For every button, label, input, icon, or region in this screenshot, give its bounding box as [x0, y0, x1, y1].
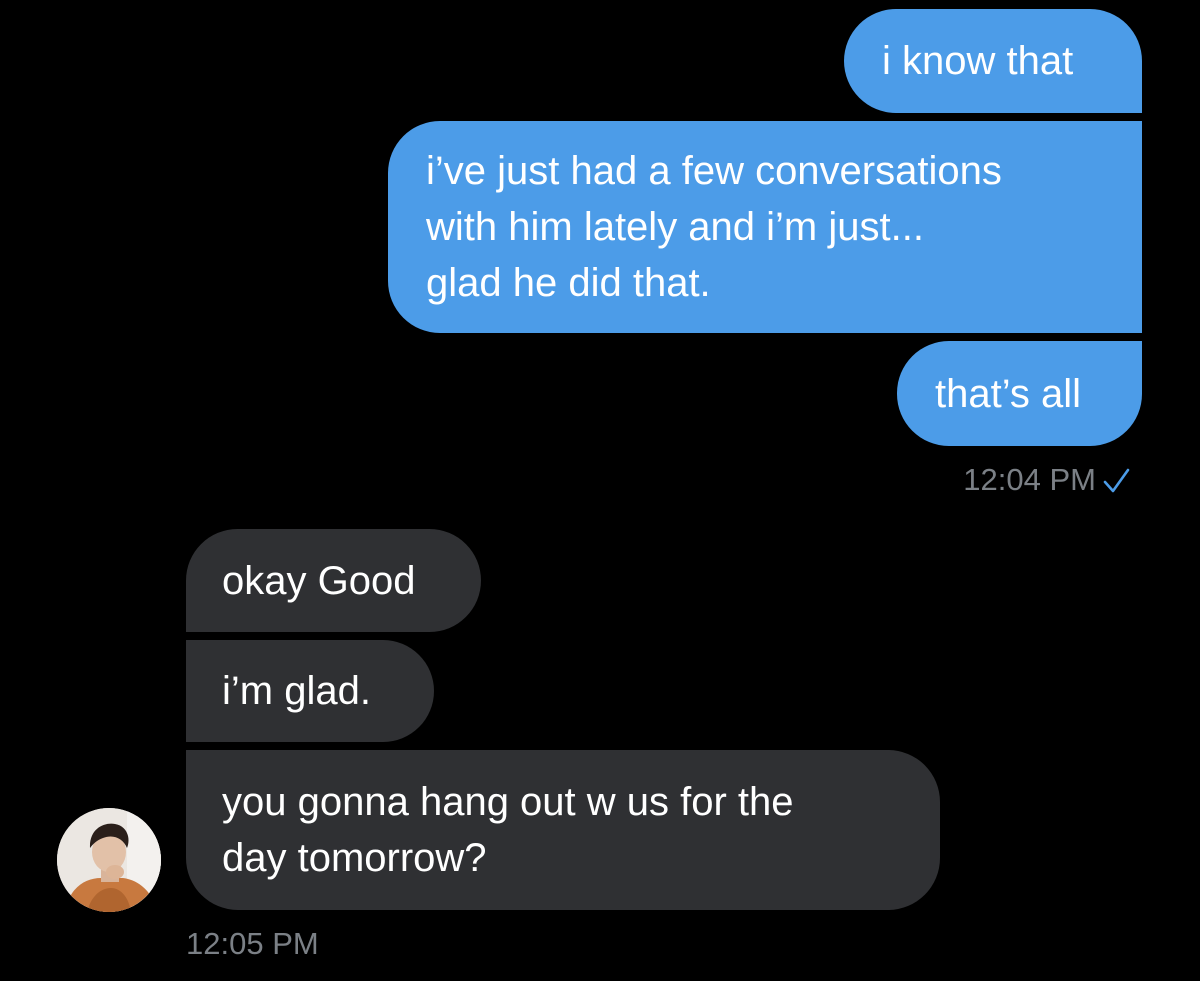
message-text: that’s all	[935, 371, 1082, 416]
message-thread: i know that i’ve just had a few conversa…	[0, 0, 1200, 981]
sent-message-bubble[interactable]: i know that	[844, 9, 1142, 113]
received-timestamp: 12:05 PM	[186, 926, 319, 961]
received-message-bubble[interactable]: okay Good	[186, 529, 481, 632]
message-text: i’ve just had a few conversations with h…	[426, 149, 1002, 305]
read-checkmark-icon	[1103, 468, 1130, 493]
message-text: okay Good	[222, 558, 416, 603]
message-text: i’m glad.	[222, 669, 371, 713]
message-text: i know that	[882, 39, 1074, 83]
sent-message-bubble[interactable]: i’ve just had a few conversations with h…	[388, 121, 1142, 333]
received-message-bubble[interactable]: i’m glad.	[186, 640, 434, 742]
user-avatar-photo-icon	[57, 808, 161, 912]
sent-timestamp: 12:04 PM	[963, 462, 1096, 497]
sender-avatar[interactable]	[57, 808, 161, 912]
message-text: you gonna hang out w us for the day tomo…	[222, 780, 794, 880]
received-message-bubble[interactable]: you gonna hang out w us for the day tomo…	[186, 750, 940, 910]
sent-message-bubble[interactable]: that’s all	[897, 341, 1142, 446]
